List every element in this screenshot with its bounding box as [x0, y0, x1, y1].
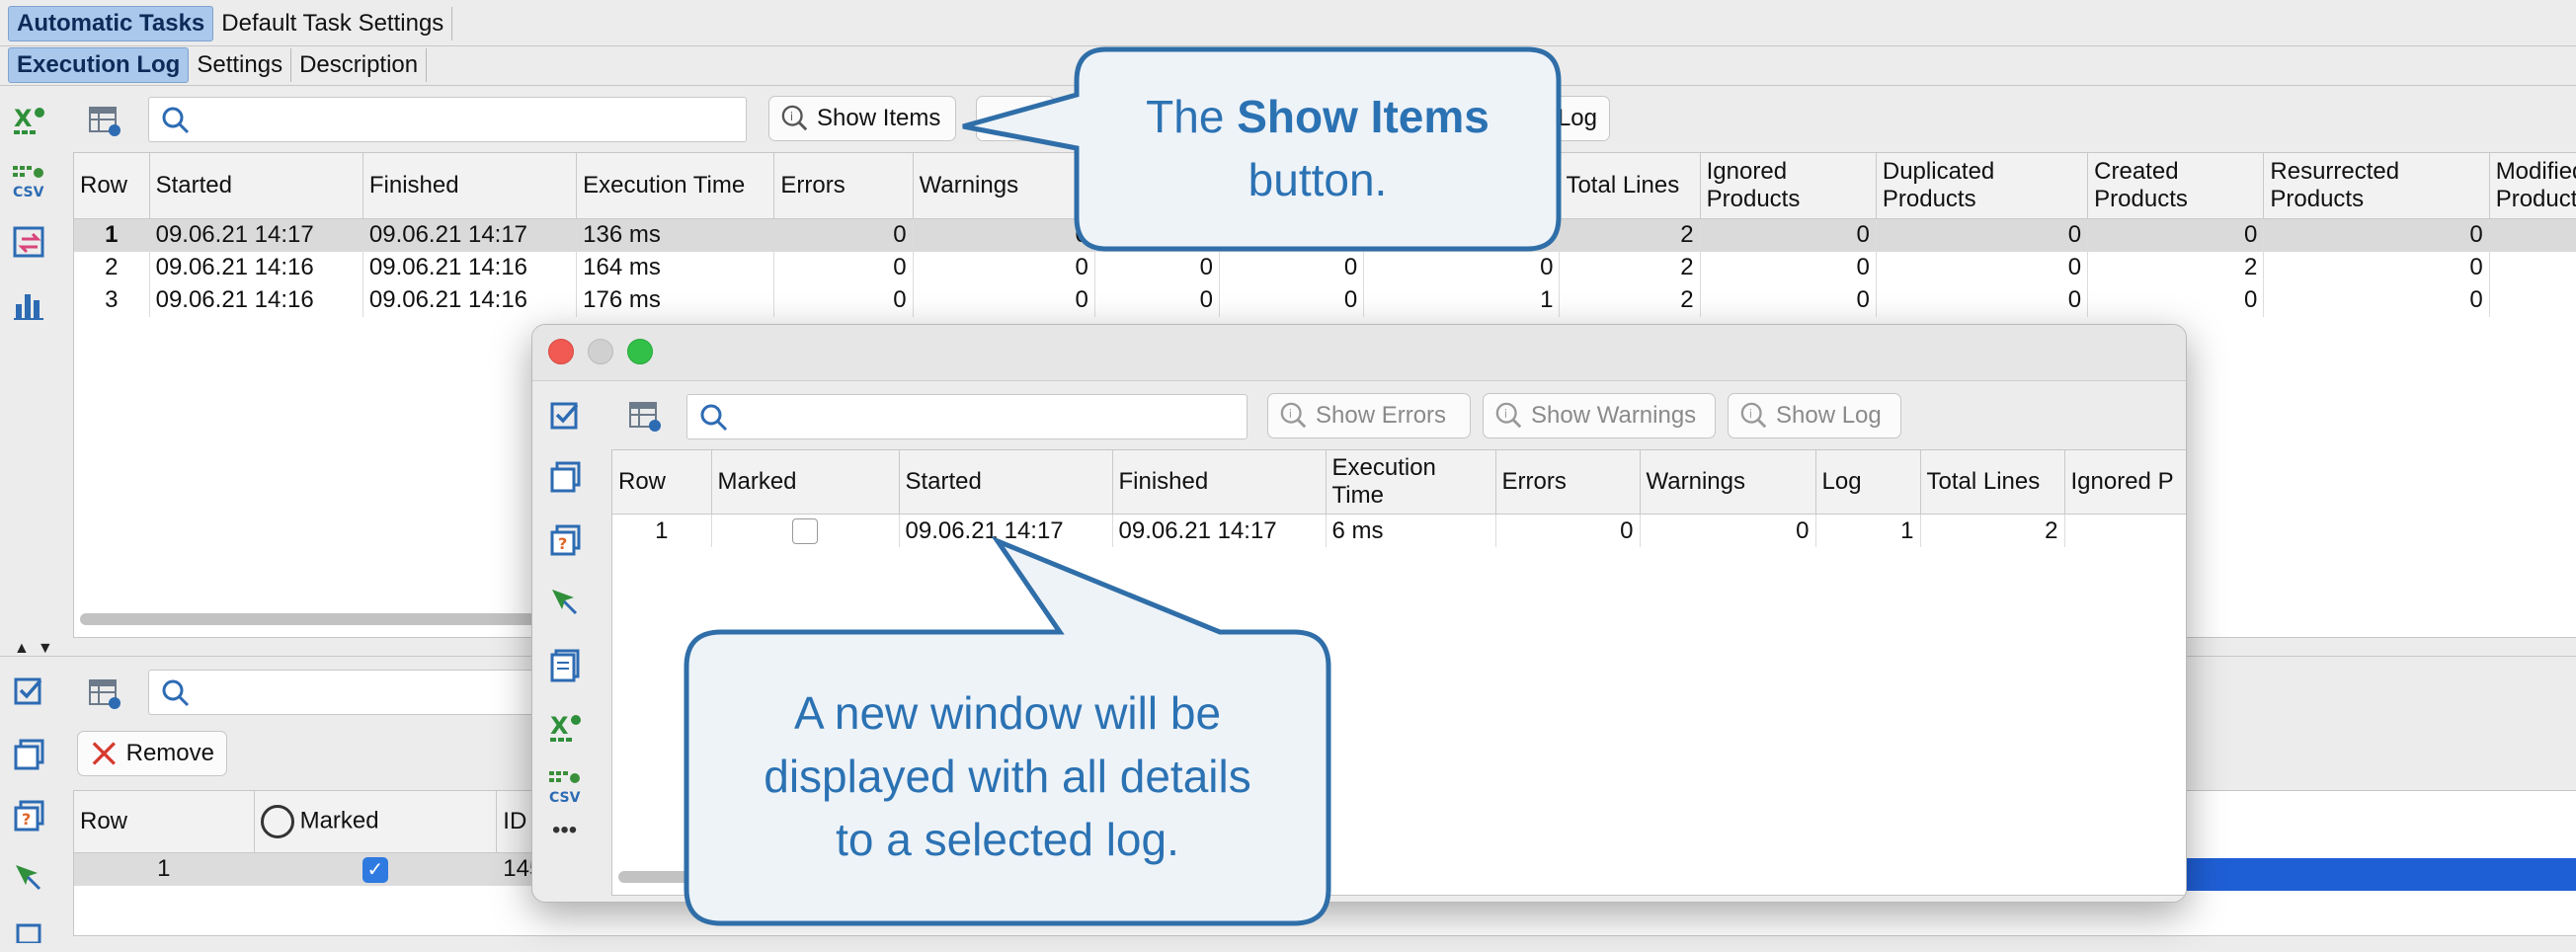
new-window-callout-text: A new window will be displayed with all … [764, 687, 1251, 865]
show-items-callout-text: The Show Items button. [1146, 91, 1489, 205]
